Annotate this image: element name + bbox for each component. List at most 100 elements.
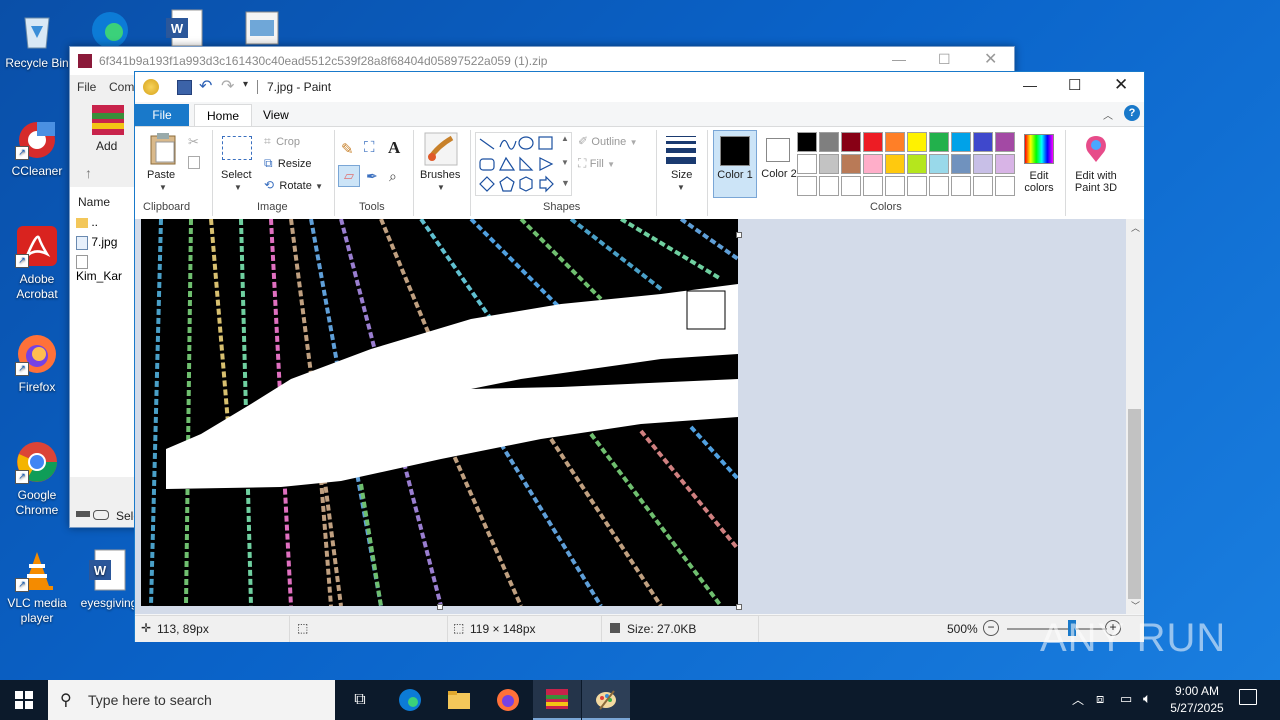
undo-icon[interactable]: ↶ [199,76,212,96]
scroll-up-icon[interactable]: ▲ [561,134,569,143]
palette-swatch[interactable] [973,176,993,196]
tab-file[interactable]: File [135,104,189,126]
volume-icon[interactable]: 🔈︎ [1143,690,1151,707]
scroll-thumb[interactable] [1128,409,1141,599]
pencil-icon[interactable]: ✎ [341,140,354,158]
text-icon[interactable]: A [388,138,400,158]
taskbar-paint[interactable] [582,680,630,720]
palette-swatch[interactable] [995,154,1015,174]
task-view-button[interactable]: ⧉ [336,680,384,720]
paste-button[interactable]: Paste ▼ [145,132,181,194]
taskbar-firefox[interactable] [484,680,532,720]
tab-view[interactable]: View [251,104,301,126]
redo-icon[interactable]: ↷ [221,76,234,96]
palette-swatch[interactable] [995,176,1015,196]
palette-swatch[interactable] [973,154,993,174]
display-icon[interactable]: ▭ [1120,691,1132,707]
shapes-gallery[interactable] [475,132,572,196]
palette-swatch[interactable] [841,176,861,196]
edit-with-paint3d-button[interactable]: Edit with Paint 3D [1068,132,1124,198]
palette-swatch[interactable] [929,176,949,196]
desktop-icon-acrobat[interactable]: ↗ Adobe Acrobat [1,224,73,302]
search-box[interactable]: ⚲ Type here to search [48,680,335,720]
winrar-add-button[interactable]: Add [86,103,130,155]
desktop-icon-chrome[interactable]: ↗ Google Chrome [1,440,73,518]
paint-titlebar[interactable]: ↶ ↷ ▾ 7.jpg - Paint — ☐ ✕ [135,72,1144,102]
color1-button[interactable]: Color 1 [713,130,757,198]
palette-swatch[interactable] [929,132,949,152]
taskbar-winrar[interactable] [533,680,581,720]
close-button[interactable]: ✕ [984,49,997,69]
scroll-up-arrow-icon[interactable]: ︿ [1131,221,1140,234]
desktop-icon-word-doc[interactable]: W [164,8,208,47]
palette-swatch[interactable] [907,132,927,152]
minimize-button[interactable]: — [892,51,906,67]
palette-swatch[interactable] [885,132,905,152]
menu-commands[interactable]: Com [109,80,134,94]
palette-swatch[interactable] [841,132,861,152]
scroll-down-icon[interactable]: ▼ [561,158,569,167]
taskbar-file-explorer[interactable] [435,680,483,720]
palette-swatch[interactable] [797,154,817,174]
palette-swatch[interactable] [973,132,993,152]
palette-swatch[interactable] [885,176,905,196]
palette-swatch[interactable] [951,176,971,196]
brushes-button[interactable]: Brushes ▼ [419,132,463,194]
palette-swatch[interactable] [819,132,839,152]
notification-icon[interactable] [1239,689,1257,705]
canvas-workspace[interactable] [135,219,1126,614]
list-item[interactable]: 7.jpg [76,235,117,250]
palette-swatch[interactable] [797,176,817,196]
palette-swatch[interactable] [951,132,971,152]
column-name-header[interactable]: Name [78,195,110,209]
edit-colors-button[interactable]: Edit colors [1019,132,1059,198]
list-item[interactable]: .. [76,215,98,229]
palette-swatch[interactable] [907,176,927,196]
palette-swatch[interactable] [885,154,905,174]
palette-swatch[interactable] [863,154,883,174]
gallery-expand-icon[interactable]: ▼ [561,178,570,188]
palette-swatch[interactable] [863,132,883,152]
scroll-down-arrow-icon[interactable]: ﹀ [1131,599,1140,612]
desktop-icon-vlc[interactable]: ↗ VLC media player [1,548,73,626]
show-hidden-icons-button[interactable]: ︿ [1072,691,1084,708]
crop-button[interactable]: ⌗ Crop [264,134,300,149]
zoom-out-button[interactable]: − [983,620,999,636]
network-icon[interactable]: ⧈ [1096,691,1104,707]
color-picker-icon[interactable]: ✒ [366,168,378,185]
palette-swatch[interactable] [863,176,883,196]
palette-swatch[interactable] [819,154,839,174]
resize-handle[interactable] [437,604,443,610]
save-icon[interactable] [177,80,192,95]
fill-bucket-icon[interactable]: ⛶ [364,139,375,156]
color2-button[interactable]: Color 2 [758,130,800,196]
close-button[interactable]: ✕ [1114,75,1128,95]
palette-swatch[interactable] [907,154,927,174]
magnifier-icon[interactable]: ⌕ [389,168,397,185]
desktop-icon-edge[interactable] [88,6,132,48]
start-button[interactable] [0,680,48,720]
cut-icon[interactable]: ✂ [188,134,199,150]
desktop-icon-recycle-bin[interactable]: Recycle Bin [1,8,73,71]
up-arrow-icon[interactable]: ↑ [85,165,92,181]
fill-button[interactable]: ⛶ Fill ▼ [578,156,615,171]
rotate-button[interactable]: ⟲ Rotate ▼ [264,178,323,192]
taskbar-edge[interactable] [386,680,434,720]
help-icon[interactable]: ? [1124,105,1140,121]
minimize-button[interactable]: — [1023,77,1037,93]
maximize-button[interactable]: ☐ [938,51,951,68]
resize-handle[interactable] [736,604,742,610]
resize-handle[interactable] [736,232,742,238]
image-canvas[interactable] [141,219,738,606]
desktop-icon-image[interactable] [244,8,280,46]
desktop-icon-firefox[interactable]: ↗ Firefox [1,332,73,395]
desktop-icon-ccleaner[interactable]: ↗ CCleaner [1,116,73,179]
collapse-ribbon-icon[interactable]: ︿ [1103,107,1113,122]
vertical-scrollbar[interactable]: ︿ ﹀ [1126,219,1144,614]
maximize-button[interactable]: ☐ [1068,76,1081,94]
tab-home[interactable]: Home [194,104,253,127]
size-button[interactable]: Size ▼ [661,132,701,194]
eraser-icon[interactable]: ▱ [338,165,360,187]
outline-button[interactable]: ✐ Outline ▼ [578,134,638,148]
select-button[interactable]: Select ▼ [219,134,255,194]
